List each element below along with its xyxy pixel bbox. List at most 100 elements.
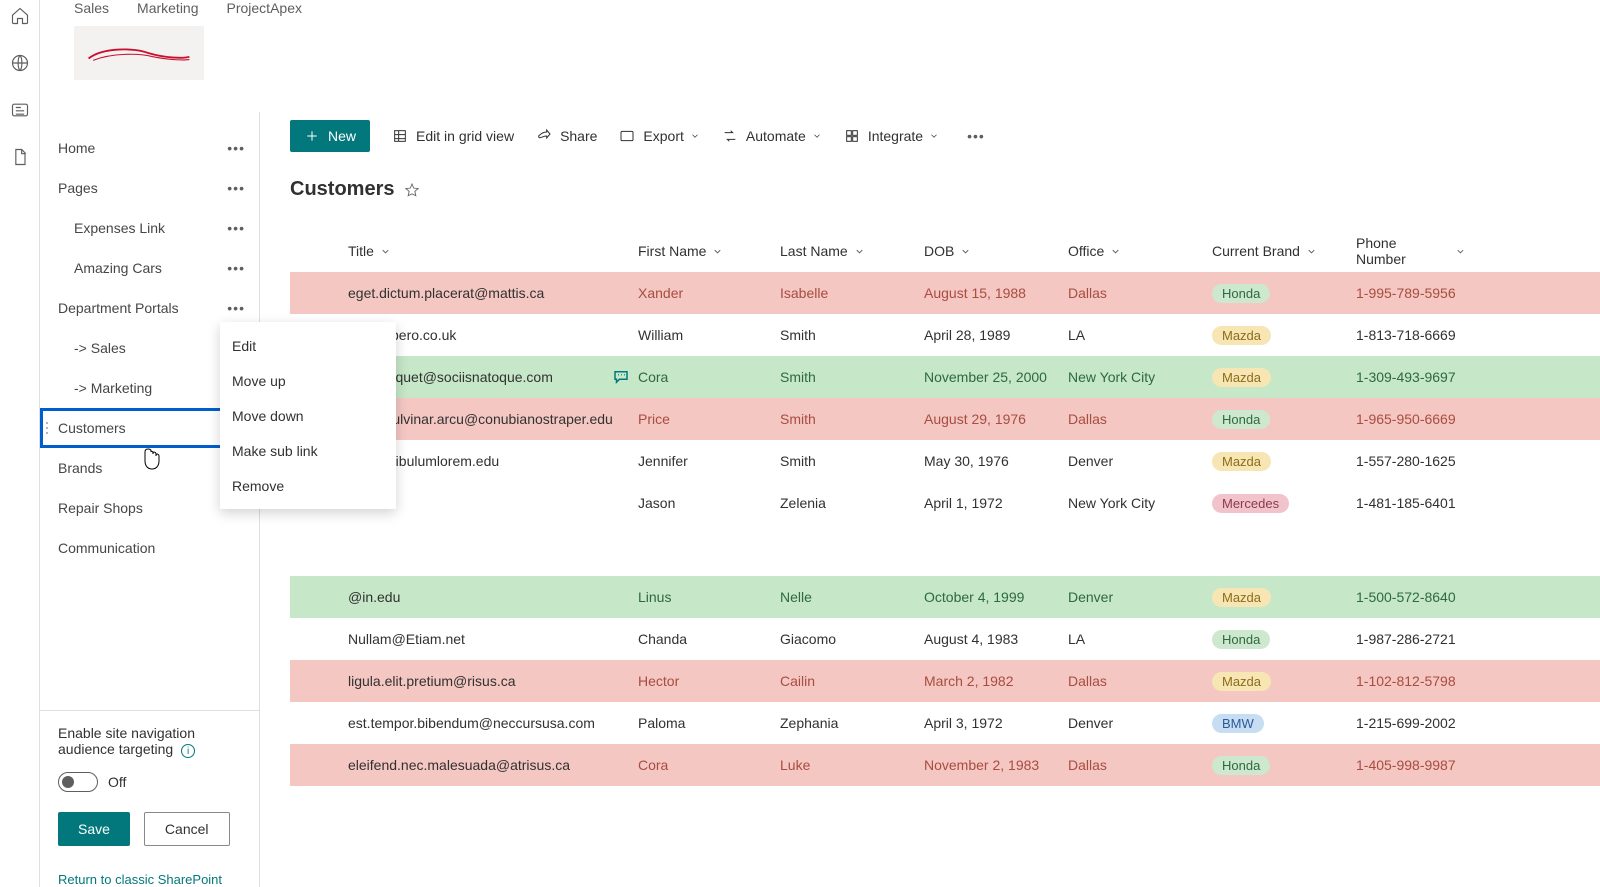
integrate-button[interactable]: Integrate	[844, 128, 939, 144]
cell-last-name: Zephania	[780, 715, 924, 731]
cell-brand: Mazda	[1212, 368, 1356, 387]
cell-title[interactable]: eget.dictum.placerat@mattis.ca	[348, 285, 638, 301]
table-row[interactable]: vitae.aliquet@sociisnatoque.comCoraSmith…	[290, 356, 1600, 398]
more-commands[interactable]: •••	[961, 124, 991, 148]
menu-move-up[interactable]: Move up	[220, 363, 396, 398]
cell-first-name: Cora	[638, 369, 780, 385]
nav-item-more-icon[interactable]: •••	[221, 256, 251, 280]
cell-brand: Mercedes	[1212, 494, 1356, 513]
cell-dob: May 30, 1976	[924, 453, 1068, 469]
automate-button[interactable]: Automate	[722, 128, 822, 144]
new-button[interactable]: New	[290, 120, 370, 152]
nav-item-label: Communication	[58, 540, 155, 556]
table-row[interactable]: Nullam@Etiam.netChandaGiacomoAugust 4, 1…	[290, 618, 1600, 660]
cell-first-name: Price	[638, 411, 780, 427]
favorite-icon[interactable]	[404, 182, 420, 198]
nav-item-communication[interactable]: Communication	[40, 528, 259, 568]
cell-brand: Mazda	[1212, 672, 1356, 691]
cell-phone: 1-309-493-9697	[1356, 369, 1466, 385]
cell-first-name: Chanda	[638, 631, 780, 647]
toggle-state-text: Off	[108, 774, 126, 790]
hub-tab-marketing[interactable]: Marketing	[137, 0, 198, 16]
nav-item-label: Home	[58, 140, 95, 156]
menu-make-sub-link[interactable]: Make sub link	[220, 433, 396, 468]
cancel-button[interactable]: Cancel	[144, 812, 230, 846]
cell-last-name: Luke	[780, 757, 924, 773]
nav-item-pages[interactable]: Pages•••	[40, 168, 259, 208]
table-row[interactable]: @in.eduLinusNelleOctober 4, 1999DenverMa…	[290, 576, 1600, 618]
cell-office: New York City	[1068, 495, 1212, 511]
table-row[interactable]: est.tempor.bibendum@neccursusa.comPaloma…	[290, 702, 1600, 744]
nav-item-label: -> Sales	[74, 340, 126, 356]
nav-item-more-icon[interactable]: •••	[221, 216, 251, 240]
table-row[interactable]: e@vestibulumlorem.eduJenniferSmithMay 30…	[290, 440, 1600, 482]
home-icon[interactable]	[10, 6, 30, 29]
col-office[interactable]: Office	[1068, 243, 1212, 259]
cell-title[interactable]: @in.edu	[348, 589, 638, 605]
nav-item-more-icon[interactable]: •••	[221, 296, 251, 320]
site-logo[interactable]	[74, 26, 204, 80]
cell-last-name: Isabelle	[780, 285, 924, 301]
cell-dob: August 29, 1976	[924, 411, 1068, 427]
cell-title[interactable]: eleifend.nec.malesuada@atrisus.ca	[348, 757, 638, 773]
export-button[interactable]: Export	[619, 128, 699, 144]
command-bar: New Edit in grid view Share Export	[260, 112, 1600, 160]
cell-first-name: Jennifer	[638, 453, 780, 469]
cell-brand: Honda	[1212, 410, 1356, 429]
cell-dob: April 28, 1989	[924, 327, 1068, 343]
col-phone-number[interactable]: Phone Number	[1356, 235, 1466, 267]
info-icon[interactable]: i	[181, 744, 195, 758]
nav-item-label: Expenses Link	[74, 220, 165, 236]
document-icon[interactable]	[10, 147, 30, 170]
table-row[interactable]: eleifend.nec.malesuada@atrisus.caCoraLuk…	[290, 744, 1600, 786]
table-row[interactable]: Nunc.pulvinar.arcu@conubianostraper.eduP…	[290, 398, 1600, 440]
cell-phone: 1-215-699-2002	[1356, 715, 1466, 731]
col-current-brand[interactable]: Current Brand	[1212, 243, 1356, 259]
cell-office: LA	[1068, 631, 1212, 647]
nav-item-amazing-cars[interactable]: Amazing Cars•••	[40, 248, 259, 288]
table-row[interactable]: ligula.elit.pretium@risus.caHectorCailin…	[290, 660, 1600, 702]
col-last-name[interactable]: Last Name	[780, 243, 924, 259]
edit-grid-button[interactable]: Edit in grid view	[392, 128, 514, 144]
nav-item-more-icon[interactable]: •••	[221, 176, 251, 200]
save-button[interactable]: Save	[58, 812, 130, 846]
cell-brand: Mazda	[1212, 326, 1356, 345]
audience-targeting-toggle[interactable]	[58, 772, 98, 792]
table-row[interactable]: a@aclibero.co.ukWilliamSmithApril 28, 19…	[290, 314, 1600, 356]
hub-nav: Sales Marketing ProjectApex	[70, 0, 1570, 16]
table-row[interactable]: eget.dictum.placerat@mattis.caXanderIsab…	[290, 272, 1600, 314]
cell-phone: 1-500-572-8640	[1356, 589, 1466, 605]
table-row[interactable]: on.comJasonZeleniaApril 1, 1972New York …	[290, 482, 1600, 524]
col-title[interactable]: Title	[348, 243, 638, 259]
cell-office: Denver	[1068, 715, 1212, 731]
menu-remove[interactable]: Remove	[220, 468, 396, 503]
menu-move-down[interactable]: Move down	[220, 398, 396, 433]
menu-edit[interactable]: Edit	[220, 328, 396, 363]
cell-title[interactable]: Nullam@Etiam.net	[348, 631, 638, 647]
hub-tab-sales[interactable]: Sales	[74, 0, 109, 16]
cell-first-name: William	[638, 327, 780, 343]
cell-dob: November 2, 1983	[924, 757, 1068, 773]
cell-last-name: Nelle	[780, 589, 924, 605]
cell-brand: Mazda	[1212, 452, 1356, 471]
share-button[interactable]: Share	[536, 128, 597, 144]
return-classic-link[interactable]: Return to classic SharePoint	[40, 860, 259, 887]
cell-phone: 1-813-718-6669	[1356, 327, 1466, 343]
nav-item-expenses-link[interactable]: Expenses Link •••	[40, 208, 259, 248]
cell-last-name: Smith	[780, 453, 924, 469]
cell-title[interactable]: est.tempor.bibendum@neccursusa.com	[348, 715, 638, 731]
hub-tab-projectapex[interactable]: ProjectApex	[227, 0, 302, 16]
nav-item-more-icon[interactable]: •••	[221, 136, 251, 160]
cell-title[interactable]: ligula.elit.pretium@risus.ca	[348, 673, 638, 689]
col-dob[interactable]: DOB	[924, 243, 1068, 259]
news-icon[interactable]	[10, 100, 30, 123]
nav-item-home[interactable]: Home •••	[40, 128, 259, 168]
cell-first-name: Paloma	[638, 715, 780, 731]
col-first-name[interactable]: First Name	[638, 243, 780, 259]
cell-phone: 1-405-998-9987	[1356, 757, 1466, 773]
comment-icon[interactable]	[612, 368, 630, 386]
grid-header: Title First Name Last Name DOB Office Cu…	[290, 230, 1600, 272]
cell-last-name: Zelenia	[780, 495, 924, 511]
globe-icon[interactable]	[10, 53, 30, 76]
cell-dob: August 4, 1983	[924, 631, 1068, 647]
